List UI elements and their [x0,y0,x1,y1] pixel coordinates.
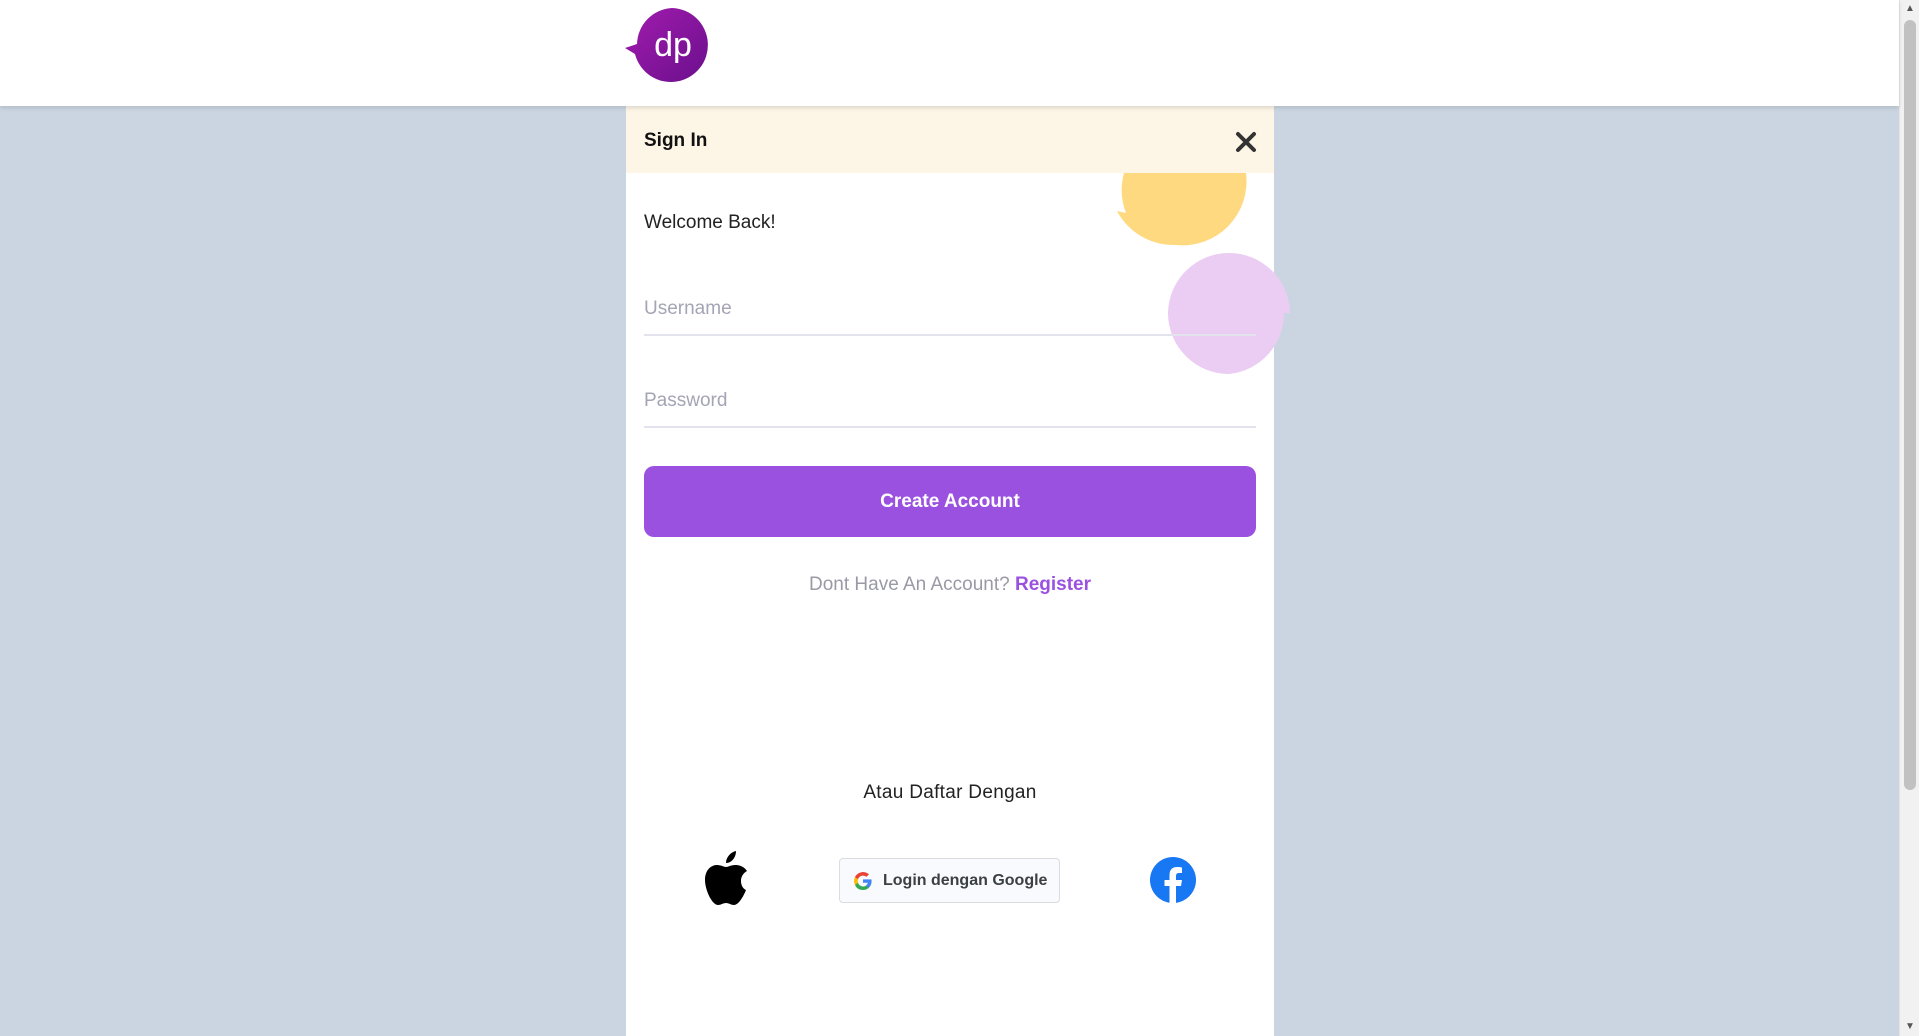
register-prompt: Dont Have An Account? [809,574,1010,595]
top-header: dp [0,0,1899,106]
welcome-text: Welcome Back! [644,212,776,233]
scroll-down-arrow-icon[interactable]: ▼ [1900,1018,1919,1036]
modal-title: Sign In [644,130,708,151]
logo-text: dp [654,26,692,64]
modal-header: Sign In [626,106,1274,173]
sign-in-modal: Sign In Welcome Back! Create Account Don… [626,106,1290,1036]
register-link[interactable]: Register [1015,574,1091,595]
apple-icon[interactable] [701,849,751,909]
scroll-up-arrow-icon[interactable]: ▲ [1900,0,1919,18]
username-input[interactable] [644,284,1256,336]
google-login-button[interactable]: Login dengan Google [839,858,1060,903]
alternative-signup-label: Atau Daftar Dengan [863,782,1037,803]
google-icon [854,871,872,890]
register-prompt-row: Dont Have An Account? Register [626,574,1274,596]
scroll-thumb[interactable] [1904,20,1916,790]
vertical-scrollbar[interactable]: ▲ ▼ [1899,0,1919,1036]
facebook-icon[interactable] [1149,856,1197,904]
close-icon[interactable] [1232,128,1260,156]
page: dp Sign In Welcome Back! Create Account … [0,0,1919,1036]
google-login-label: Login dengan Google [883,871,1048,889]
password-input[interactable] [644,376,1256,428]
logo[interactable]: dp [625,6,711,82]
decorative-bubbles [1117,173,1290,374]
create-account-button[interactable]: Create Account [644,466,1256,537]
